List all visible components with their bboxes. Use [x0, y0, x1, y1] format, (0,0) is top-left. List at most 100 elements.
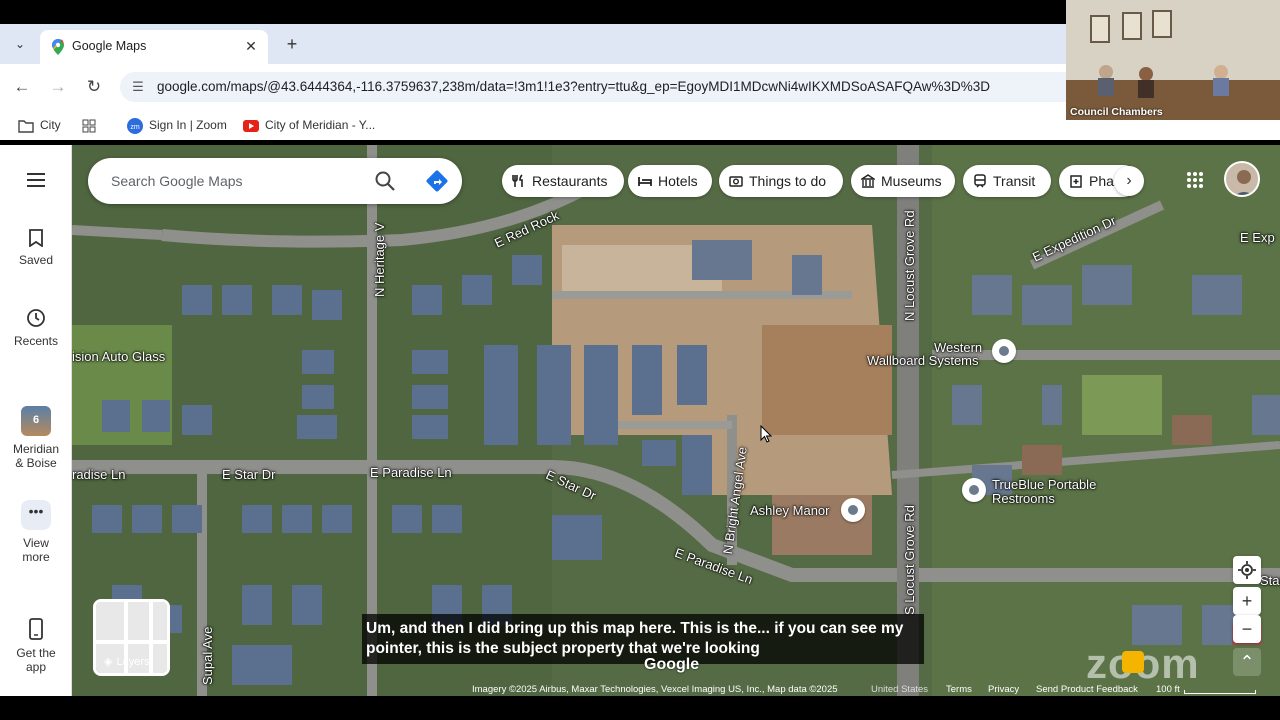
street-label-e-paradise-ln: E Paradise Ln — [370, 465, 452, 480]
chips-next-chevron-icon[interactable]: › — [1114, 166, 1144, 196]
bookmark-label: Sign In | Zoom — [149, 118, 227, 132]
tab-google-maps[interactable]: Google Maps ✕ — [40, 30, 268, 64]
url-text[interactable]: google.com/maps/@43.6444364,-116.3759637… — [157, 79, 990, 94]
recent-place-meridian-boise[interactable]: 6 Meridian & Boise — [0, 406, 72, 470]
history-icon — [27, 309, 45, 327]
chip-transit[interactable]: Transit — [963, 165, 1051, 197]
browser-tab-bar: ⌄ Google Maps ✕ + — [0, 24, 1066, 64]
layers-icon: ◈ — [104, 656, 113, 668]
imagery-attribution: Imagery ©2025 Airbus, Maxar Technologies… — [472, 684, 838, 695]
layers-text: Layers — [116, 656, 150, 668]
map-attribution: Imagery ©2025 Airbus, Maxar Technologies… — [466, 684, 1280, 696]
view-more-label-line2: more — [22, 550, 50, 564]
recents-button[interactable]: Recents — [0, 308, 72, 348]
poi-pin-western-wallboard[interactable] — [992, 339, 1016, 363]
scale-bar — [1184, 690, 1256, 694]
menu-button[interactable] — [0, 172, 72, 194]
tab-title: Google Maps — [72, 39, 147, 53]
saved-label: Saved — [18, 253, 54, 267]
layers-label: ◈ Layers — [104, 655, 150, 668]
terms-link[interactable]: Terms — [946, 684, 972, 695]
bookmark-city[interactable]: City — [18, 116, 61, 134]
country-label: United States — [871, 684, 929, 695]
directions-icon[interactable] — [425, 169, 449, 193]
place-label-vision-auto-glass: ision Auto Glass — [72, 349, 166, 364]
council-chambers-video — [1066, 0, 1280, 120]
mouse-pointer-icon — [760, 425, 772, 443]
chip-label: Things to do — [749, 173, 827, 189]
plus-icon: + — [1241, 591, 1253, 611]
site-info-icon[interactable]: ☰ — [130, 79, 146, 95]
phone-icon — [29, 618, 43, 640]
address-bar[interactable]: ☰ google.com/maps/@43.6444364,-116.37596… — [120, 72, 1066, 102]
poi-pin-ashley-manor[interactable] — [841, 498, 865, 522]
chip-label: Museums — [881, 173, 942, 189]
chip-museums[interactable]: Museums — [851, 165, 955, 197]
expand-up-chevron-icon[interactable]: ⌃ — [1233, 648, 1261, 676]
send-feedback-link[interactable]: Send Product Feedback — [1036, 684, 1138, 695]
train-icon — [974, 174, 986, 188]
street-label-s-locust-grove-rd: S Locust Grove Rd — [902, 505, 917, 615]
view-more-button[interactable]: ••• View more — [0, 500, 72, 564]
place-label-trueblue-line2[interactable]: Restrooms — [992, 491, 1055, 506]
street-label-paradise-ln-left: radise Ln — [72, 467, 126, 482]
zoom-out-button[interactable]: − — [1233, 615, 1261, 643]
chip-label: Hotels — [658, 173, 698, 189]
location-target-icon — [1238, 561, 1256, 579]
bookmark-zoom[interactable]: zm Sign In | Zoom — [127, 116, 227, 134]
zoom-in-button[interactable]: + — [1233, 587, 1261, 615]
street-label-e-star-dr-left: E Star Dr — [222, 467, 276, 482]
bookmark-youtube[interactable]: City of Meridian - Y... — [243, 116, 375, 134]
account-avatar[interactable] — [1224, 161, 1260, 197]
view-more-label-line1: View — [23, 536, 49, 550]
google-apps-icon[interactable] — [1186, 171, 1204, 189]
recent-place-label-line1: Meridian — [12, 442, 60, 456]
camera-icon — [729, 176, 743, 187]
place-label-ashley-manor[interactable]: Ashley Manor — [750, 503, 829, 518]
chip-label: Transit — [993, 173, 1036, 189]
fork-knife-icon — [512, 174, 523, 187]
layers-button[interactable]: ◈ Layers — [93, 599, 170, 676]
my-location-button[interactable] — [1233, 556, 1261, 584]
bookmark-apps[interactable] — [82, 116, 102, 134]
search-box[interactable]: Search Google Maps — [88, 158, 462, 204]
saved-button[interactable]: Saved — [0, 229, 72, 267]
search-icon[interactable] — [374, 170, 396, 192]
chip-things-to-do[interactable]: Things to do — [719, 165, 843, 197]
new-tab-icon[interactable]: + — [282, 34, 302, 54]
place-label-trueblue-line1[interactable]: TrueBlue Portable — [992, 477, 1096, 492]
pharmacy-icon — [1070, 175, 1082, 188]
chip-label: Restaurants — [532, 173, 608, 189]
close-tab-icon[interactable]: ✕ — [242, 37, 260, 55]
satellite-map[interactable]: Search Google Maps Restaurants Hotels Th… — [72, 145, 1280, 696]
street-label-n-heritage: N Heritage V — [372, 222, 387, 297]
recent-place-thumbnail: 6 — [21, 406, 51, 436]
folder-icon — [18, 120, 34, 133]
google-logo: Google — [644, 656, 700, 673]
browser-nav-bar: ← → ↻ ☰ google.com/maps/@43.6444364,-116… — [0, 64, 1066, 110]
chip-restaurants[interactable]: Restaurants — [502, 165, 624, 197]
forward-icon[interactable]: → — [47, 76, 69, 98]
privacy-link[interactable]: Privacy — [988, 684, 1019, 695]
google-maps-favicon-icon — [52, 39, 64, 55]
chip-hotels[interactable]: Hotels — [628, 165, 712, 197]
street-label-star-right: Star — [1260, 573, 1280, 588]
place-label-western-line2[interactable]: Wallboard Systems — [867, 353, 979, 368]
pegman-icon[interactable] — [1122, 651, 1144, 673]
get-app-button[interactable]: Get the app — [0, 618, 72, 674]
bookmark-label: City of Meridian - Y... — [265, 118, 376, 132]
hamburger-menu-icon — [27, 173, 45, 187]
reload-icon[interactable]: ↻ — [83, 76, 105, 98]
tab-search-dropdown-icon[interactable]: ⌄ — [10, 34, 30, 54]
zoom-logo-icon: zm — [127, 117, 143, 134]
youtube-icon — [243, 119, 259, 132]
recents-label: Recents — [13, 334, 59, 348]
poi-pin-trueblue[interactable] — [962, 478, 986, 502]
bookmark-icon — [29, 229, 43, 247]
back-icon[interactable]: ← — [11, 76, 33, 98]
get-app-label-line1: Get the — [16, 646, 56, 660]
video-participant-thumbnail[interactable]: Council Chambers — [1066, 0, 1280, 120]
recent-badge: 6 — [32, 414, 40, 426]
scale-label: 100 ft — [1156, 684, 1180, 695]
search-input[interactable]: Search Google Maps — [111, 173, 243, 189]
